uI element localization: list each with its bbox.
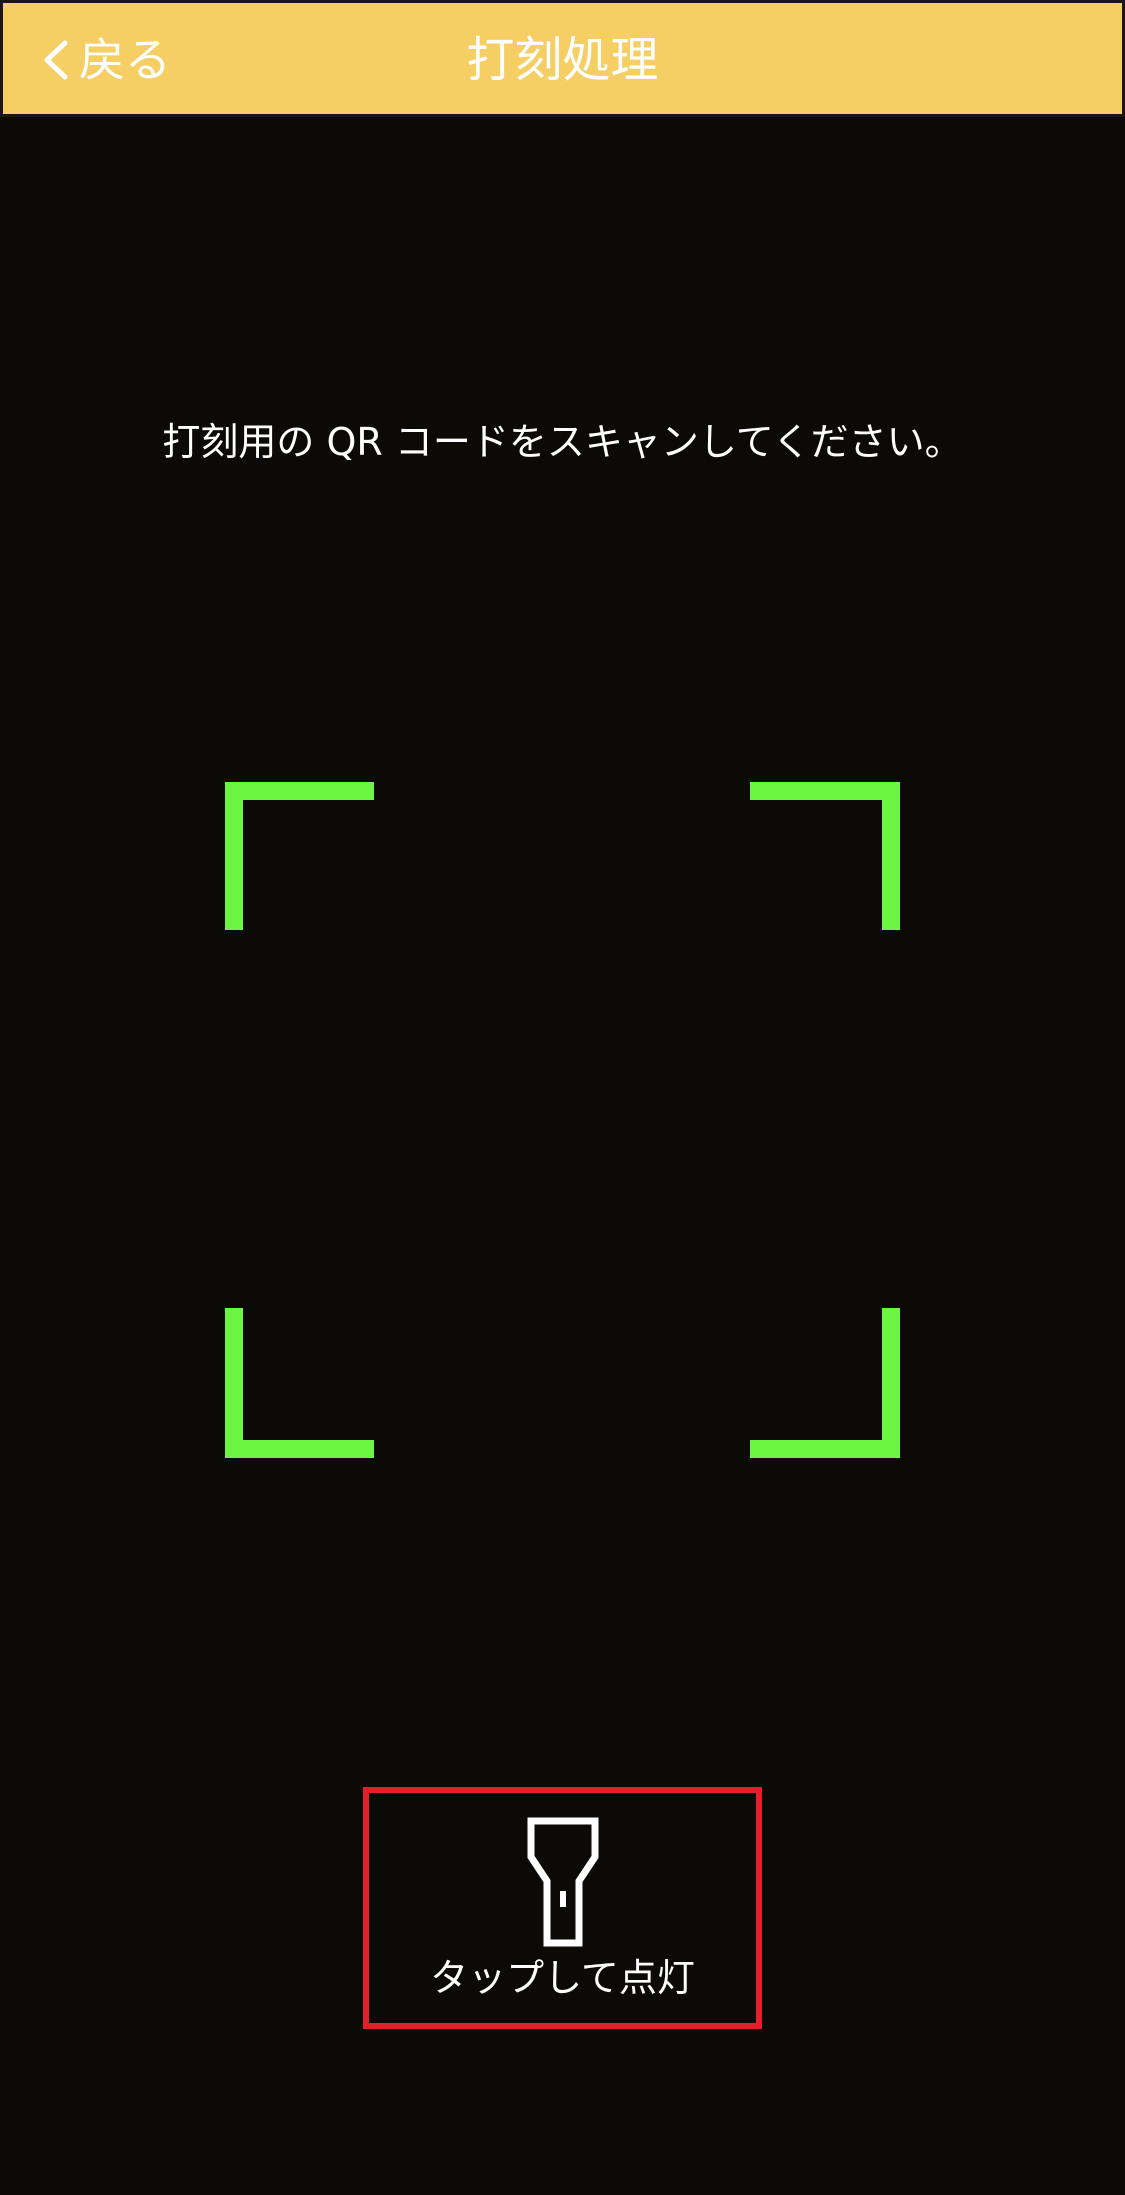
flashlight-icon (527, 1817, 599, 1947)
scan-frame-corner-bottom-left (225, 1308, 374, 1458)
flashlight-toggle-button[interactable]: タップして点灯 (363, 1787, 762, 2029)
flashlight-label: タップして点灯 (430, 1956, 695, 2000)
page-title: 打刻処理 (466, 32, 659, 88)
scan-instruction: 打刻用の QR コードをスキャンしてください。 (162, 420, 963, 464)
scan-frame-corner-top-left (225, 782, 374, 930)
scan-frame-corner-bottom-right (750, 1308, 900, 1458)
navigation-bar: 戻る 打刻処理 (0, 0, 1125, 117)
scan-frame-corner-top-right (750, 782, 900, 930)
qr-scanner-screen: 戻る 打刻処理 打刻用の QR コードをスキャンしてください。 タップして点灯 (0, 0, 1125, 2195)
